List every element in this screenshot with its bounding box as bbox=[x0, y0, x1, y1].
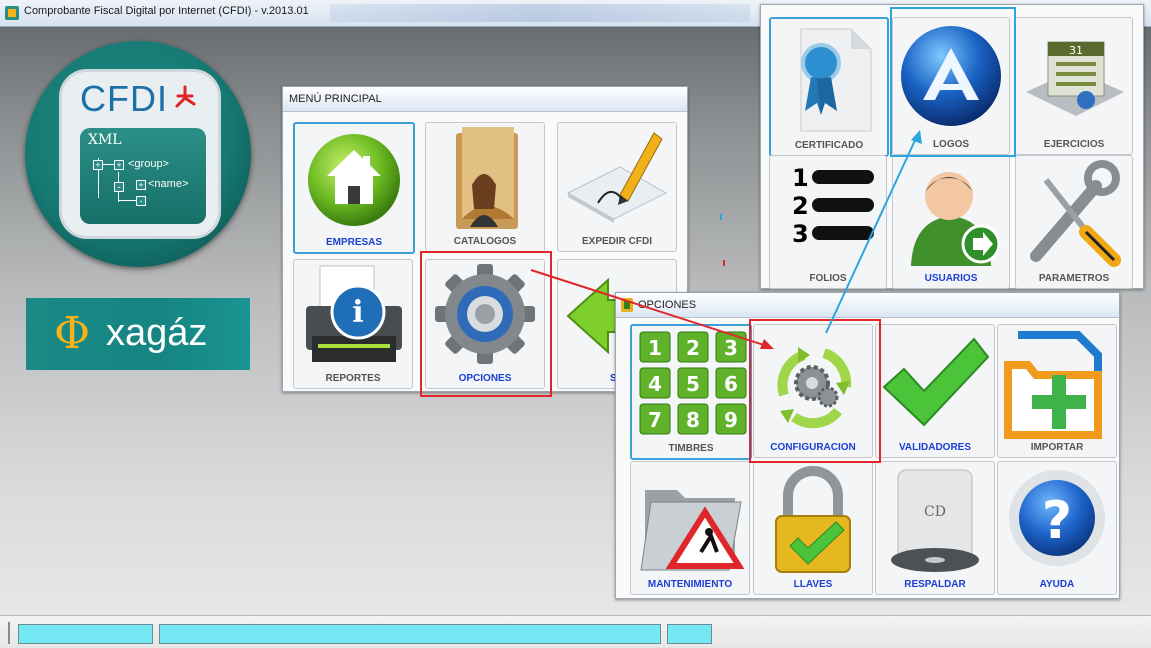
tree-item: <name> bbox=[148, 178, 189, 190]
marker-dot bbox=[723, 260, 725, 266]
opciones-panel-icon bbox=[621, 298, 633, 312]
folios-label: FOLIOS bbox=[809, 273, 847, 284]
timbres-label: TIMBRES bbox=[668, 443, 714, 454]
tree-collapse-icon: - bbox=[136, 196, 146, 206]
configuracion-highlight bbox=[749, 319, 881, 463]
number-label: 4 bbox=[648, 372, 662, 396]
number-grid-icon: 1 2 3 4 5 6 7 8 9 bbox=[639, 331, 747, 435]
certificado-button[interactable]: CERTIFICADO bbox=[769, 17, 889, 157]
usuarios-button[interactable]: USUARIOS bbox=[892, 155, 1010, 289]
svg-text:31: 31 bbox=[1069, 44, 1083, 57]
user-arrow-icon bbox=[911, 172, 1001, 266]
empresas-button[interactable]: EMPRESAS bbox=[293, 122, 415, 254]
status-cell-2 bbox=[159, 624, 661, 644]
pen-paper-icon bbox=[566, 132, 668, 223]
svg-text:2: 2 bbox=[792, 192, 809, 220]
brand-name: xagáz bbox=[106, 312, 208, 354]
number-label: 5 bbox=[686, 372, 700, 396]
status-cell-1 bbox=[18, 624, 153, 644]
svg-text:CD: CD bbox=[924, 504, 946, 520]
status-bar bbox=[0, 615, 1151, 648]
folder-person-icon bbox=[456, 127, 518, 229]
number-label: 8 bbox=[686, 408, 700, 432]
tree-line bbox=[118, 200, 136, 201]
maintenance-folder-icon bbox=[640, 490, 745, 571]
certificado-label: CERTIFICADO bbox=[794, 140, 864, 151]
svg-text:1: 1 bbox=[792, 164, 809, 192]
llaves-button[interactable]: LLAVES bbox=[753, 461, 873, 595]
ejercicios-button[interactable]: 31 EJERCICIOS bbox=[1015, 17, 1133, 155]
number-label: 7 bbox=[648, 408, 662, 432]
app-icon bbox=[5, 6, 19, 20]
svg-text:?: ? bbox=[1042, 491, 1072, 551]
printer-info-icon: i bbox=[306, 265, 402, 362]
llaves-label: LLAVES bbox=[793, 579, 833, 590]
expedir-cfdi-label: EXPEDIR CFDI bbox=[581, 236, 652, 247]
timbres-button[interactable]: 123 456 789 TIMBRES bbox=[630, 324, 752, 460]
tree-item: <group> bbox=[128, 158, 169, 170]
number-label: 6 bbox=[724, 372, 738, 396]
usuarios-label: USUARIOS bbox=[924, 273, 978, 284]
catalogos-button[interactable]: CATALOGOS bbox=[425, 122, 545, 252]
checkmark-icon bbox=[882, 337, 990, 427]
help-icon: ? bbox=[1009, 470, 1105, 566]
status-cell-3 bbox=[667, 624, 712, 644]
folios-button[interactable]: 1 2 3 FOLIOS bbox=[769, 155, 887, 289]
number-label: 3 bbox=[724, 336, 738, 360]
cd-drive-icon: CD bbox=[891, 469, 979, 572]
ayuda-button[interactable]: ? AYUDA bbox=[997, 461, 1117, 595]
reportes-button[interactable]: i REPORTES bbox=[293, 259, 413, 389]
marker-dot bbox=[720, 214, 722, 220]
respaldar-label: RESPALDAR bbox=[904, 579, 966, 590]
number-label: 9 bbox=[724, 408, 738, 432]
cfdi-logo: CFDI XML + + <group> - + <name> - bbox=[25, 41, 251, 267]
opciones-highlight bbox=[420, 251, 552, 397]
tree-expand-icon: + bbox=[136, 180, 146, 190]
respaldar-button[interactable]: CD RESPALDAR bbox=[875, 461, 995, 595]
logos-highlight bbox=[890, 7, 1016, 157]
importar-label: IMPORTAR bbox=[1030, 442, 1084, 453]
ayuda-label: AYUDA bbox=[1039, 579, 1075, 590]
svg-text:i: i bbox=[352, 295, 363, 330]
parametros-button[interactable]: PARAMETROS bbox=[1015, 155, 1133, 289]
parametros-label: PARAMETROS bbox=[1038, 273, 1110, 284]
validadores-label: VALIDADORES bbox=[898, 442, 972, 453]
logo-card: CFDI XML + + <group> - + <name> - bbox=[59, 69, 221, 239]
reportes-label: REPORTES bbox=[325, 373, 381, 384]
import-plus-icon bbox=[1004, 331, 1102, 439]
number-label: 1 bbox=[648, 336, 662, 360]
validadores-button[interactable]: VALIDADORES bbox=[875, 324, 995, 458]
mantenimiento-button[interactable]: MANTENIMIENTO bbox=[630, 461, 750, 595]
logo-text: CFDI bbox=[80, 78, 168, 119]
importar-button[interactable]: IMPORTAR bbox=[997, 324, 1117, 458]
xml-label: XML bbox=[88, 132, 122, 148]
tools-icon bbox=[1030, 160, 1121, 267]
empresas-label: EMPRESAS bbox=[325, 237, 383, 248]
numbered-list-icon: 1 2 3 bbox=[792, 164, 874, 248]
number-label: 2 bbox=[686, 336, 700, 360]
ejercicios-label: EJERCICIOS bbox=[1043, 139, 1105, 150]
taskbar-ghost bbox=[330, 4, 750, 22]
tree-collapse-icon: - bbox=[114, 182, 124, 192]
brand-logo: Φ xagáz bbox=[26, 298, 250, 370]
catalogos-label: CATALOGOS bbox=[453, 236, 517, 247]
certificate-icon bbox=[800, 28, 872, 132]
tree-expand-icon: + bbox=[93, 160, 103, 170]
opciones-title: OPCIONES bbox=[616, 293, 1119, 318]
expedir-cfdi-button[interactable]: EXPEDIR CFDI bbox=[557, 122, 677, 252]
window-title: Comprobante Fiscal Digital por Internet … bbox=[24, 5, 309, 17]
pdf-icon bbox=[175, 85, 196, 108]
home-icon bbox=[308, 134, 400, 226]
status-grip bbox=[8, 622, 10, 644]
main-menu-title: MENÚ PRINCIPAL bbox=[283, 87, 687, 112]
tree-expand-icon: + bbox=[114, 160, 124, 170]
svg-text:3: 3 bbox=[792, 220, 809, 248]
mantenimiento-label: MANTENIMIENTO bbox=[647, 579, 733, 590]
calendar-icon: 31 bbox=[1026, 41, 1124, 116]
padlock-icon bbox=[775, 466, 851, 573]
brand-symbol: Φ bbox=[54, 308, 91, 359]
